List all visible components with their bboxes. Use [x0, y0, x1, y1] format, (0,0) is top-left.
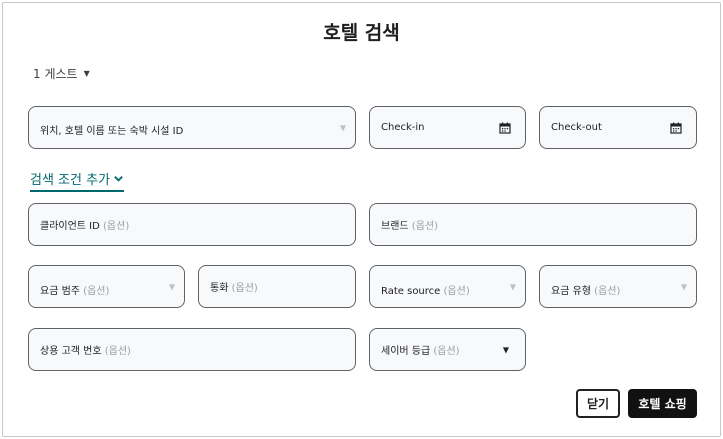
- triangle-down-icon: ▼: [502, 345, 509, 354]
- calendar-icon[interactable]: [499, 122, 511, 134]
- triangle-down-icon: ▼: [680, 282, 687, 291]
- service-tier-field[interactable]: 세이버 등급 (옵션) ▼: [369, 328, 526, 371]
- currency-field[interactable]: 통화 (옵션): [198, 265, 356, 308]
- triangle-down-icon: ▼: [168, 282, 175, 291]
- shop-hotels-button[interactable]: 호텔 쇼핑: [628, 389, 697, 418]
- service-tier-label: 세이버 등급: [381, 346, 431, 357]
- rate-category-field[interactable]: 요금 범주 (옵션) ▼: [28, 265, 185, 308]
- caret-down-icon: ▼: [83, 69, 90, 78]
- calendar-icon[interactable]: [670, 122, 682, 134]
- brand-field[interactable]: 브랜드 (옵션): [369, 203, 697, 246]
- optional-tag: (옵션): [433, 346, 460, 357]
- guests-dropdown[interactable]: 1 게스트 ▼: [33, 65, 90, 82]
- optional-tag: (옵션): [103, 221, 130, 232]
- close-button[interactable]: 닫기: [576, 389, 620, 418]
- rate-source-field[interactable]: Rate source (옵션) ▼: [369, 265, 526, 308]
- rate-source-label: Rate source: [381, 286, 441, 297]
- chevron-down-icon: [114, 176, 123, 182]
- checkin-field[interactable]: Check-in: [369, 106, 526, 149]
- optional-tag: (옵션): [443, 286, 470, 297]
- triangle-down-icon: ▼: [339, 123, 346, 132]
- rate-type-field[interactable]: 요금 유형 (옵션) ▼: [539, 265, 697, 308]
- loyalty-number-label: 상용 고객 번호: [40, 346, 102, 357]
- more-criteria-label: 검색 조건 추가: [30, 173, 111, 188]
- more-criteria-toggle[interactable]: 검색 조건 추가: [30, 169, 125, 192]
- client-id-field[interactable]: 클라이언트 ID (옵션): [28, 203, 356, 246]
- optional-tag: (옵션): [104, 346, 131, 357]
- client-id-label: 클라이언트 ID: [40, 221, 100, 232]
- brand-label: 브랜드: [381, 221, 409, 232]
- checkin-placeholder: Check-in: [381, 122, 425, 133]
- checkout-placeholder: Check-out: [551, 122, 602, 133]
- optional-tag: (옵션): [231, 283, 258, 294]
- optional-tag: (옵션): [83, 286, 110, 297]
- currency-label: 통화: [210, 283, 229, 294]
- rate-category-label: 요금 범주: [40, 286, 80, 297]
- location-placeholder: 위치, 호텔 이름 또는 숙박 시설 ID: [40, 126, 184, 137]
- location-field[interactable]: 위치, 호텔 이름 또는 숙박 시설 ID ▼: [28, 106, 356, 149]
- optional-tag: (옵션): [594, 286, 621, 297]
- triangle-down-icon: ▼: [509, 282, 516, 291]
- checkout-field[interactable]: Check-out: [539, 106, 697, 149]
- rate-type-label: 요금 유형: [551, 286, 591, 297]
- loyalty-number-field[interactable]: 상용 고객 번호 (옵션): [28, 328, 356, 371]
- optional-tag: (옵션): [411, 221, 438, 232]
- guests-label: 1 게스트: [33, 67, 78, 81]
- dialog-title: 호텔 검색: [323, 22, 400, 44]
